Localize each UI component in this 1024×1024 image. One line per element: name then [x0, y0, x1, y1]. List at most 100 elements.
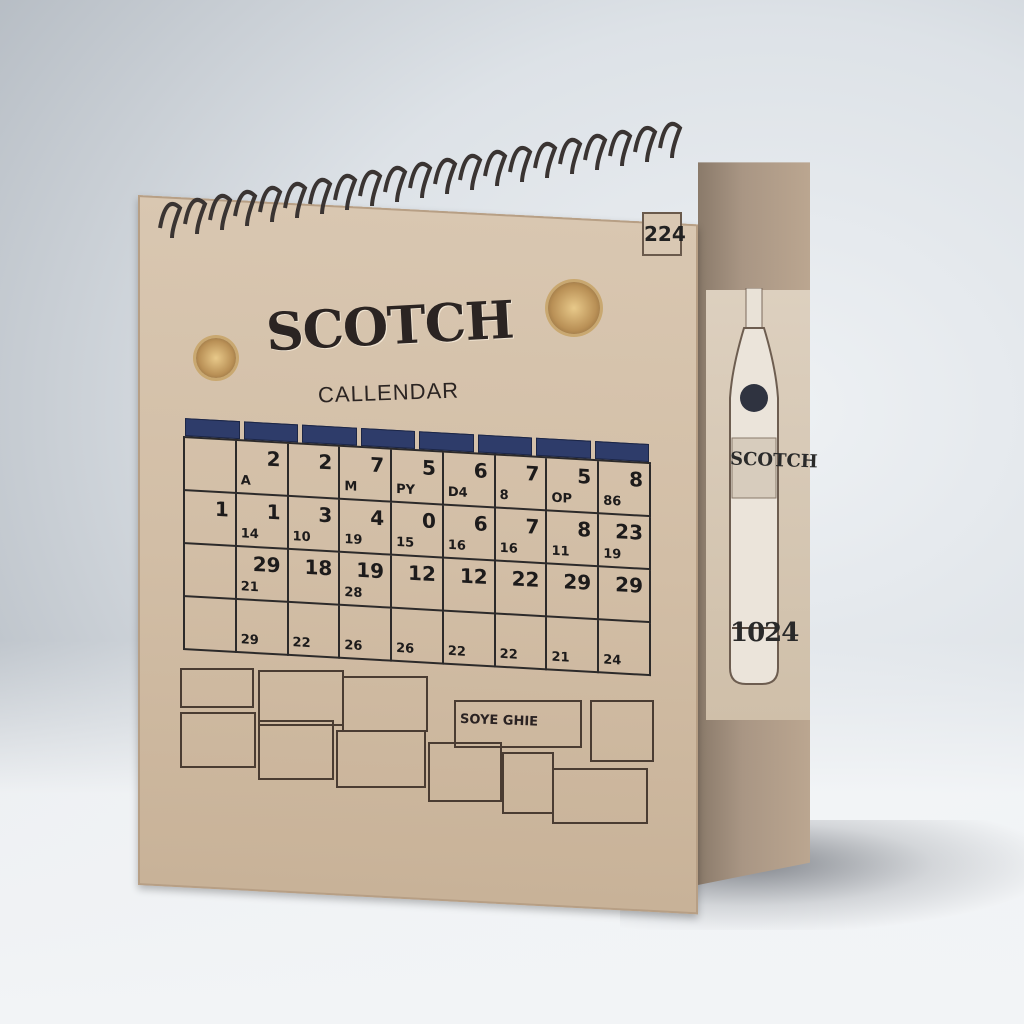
day-cell: 21 [547, 617, 600, 674]
day-cell: 5 PY [392, 449, 444, 506]
day-number: 22 [511, 566, 540, 592]
day-number: 18 [304, 554, 333, 581]
day-number: 12 [459, 563, 488, 590]
footer-box [180, 668, 254, 708]
day-number: 0 [421, 508, 436, 534]
day-cell: 4 19 [340, 499, 393, 556]
day-number: 6 [473, 511, 488, 537]
day-cell: 2A [236, 441, 289, 497]
day-number: 29 [615, 572, 643, 598]
day-cell: 7M [340, 446, 393, 503]
day-cell: 8 86 [599, 461, 651, 518]
day-subnumber: 29 [240, 632, 259, 649]
day-subnumber: 16 [499, 540, 518, 557]
day-cell: 19 28 [340, 552, 393, 609]
day-subnumber: 28 [344, 585, 363, 602]
day-cell: 2 [288, 443, 341, 500]
day-number: 7 [370, 452, 385, 478]
day-cell: 0 15 [392, 502, 444, 559]
side-year: 1024 [730, 618, 799, 648]
day-subnumber: 26 [396, 640, 415, 657]
day-cell: 24 [599, 620, 651, 677]
day-number: 5 [421, 455, 436, 481]
day-cell: 1 14 [236, 494, 289, 550]
day-subnumber: OP [551, 490, 573, 507]
day-cell [185, 597, 237, 654]
calendar-title: SCOTCH [264, 289, 515, 364]
scene: SCOTCH 1024 224 SCOTCH CALLENDAR 2 A 2 7… [0, 0, 1024, 1024]
footer-box [552, 768, 648, 824]
day-number: 7 [525, 461, 540, 486]
day-number: 2 [318, 449, 333, 475]
day-number: 7 [525, 514, 540, 539]
day-subnumber: 14 [240, 526, 259, 543]
day-number: 4 [370, 505, 385, 531]
footer-box [180, 712, 256, 768]
day-number: 3 [318, 502, 333, 528]
day-cell: 26 [392, 608, 444, 665]
day-subnumber: M [344, 479, 358, 495]
footer-box [336, 730, 426, 788]
year-tab: 224 [642, 212, 686, 256]
day-cell [185, 544, 237, 601]
day-number: 12 [408, 560, 436, 587]
day-cell: 22 [495, 614, 548, 671]
day-subnumber: 86 [603, 493, 622, 510]
calendar-subtitle: CALLENDAR [317, 377, 460, 408]
day-number: 1 [214, 496, 229, 522]
day-subnumber: 19 [603, 546, 622, 563]
day-number: 29 [252, 551, 281, 578]
day-subnumber: A [240, 473, 251, 489]
day-cell: 5 OP [547, 458, 600, 515]
day-subnumber: 26 [344, 638, 363, 655]
day-subnumber: 22 [499, 646, 518, 663]
day-cell: 22 [288, 602, 341, 659]
footer-box [428, 742, 502, 802]
day-number: 2 [266, 446, 281, 472]
day-number: 8 [629, 466, 643, 492]
day-cell: 29 21 [236, 547, 289, 603]
day-subnumber: D4 [447, 484, 468, 501]
day-subnumber: 15 [396, 534, 415, 551]
day-subnumber: 24 [603, 652, 622, 669]
day-cell: 8 11 [547, 511, 600, 568]
day-number: 1 [266, 499, 281, 525]
footer-box [590, 700, 654, 762]
day-subnumber: 19 [344, 532, 363, 549]
day-subnumber: 16 [447, 537, 466, 554]
day-subnumber: 11 [551, 543, 570, 560]
day-cell: 3 10 [288, 496, 341, 553]
day-number: 23 [615, 519, 643, 545]
footer-box [502, 752, 554, 814]
day-cell: 1 [185, 491, 237, 548]
day-subnumber: 21 [240, 579, 259, 596]
day-number: 6 [473, 458, 488, 484]
day-cell: 29 [547, 564, 600, 621]
day-cell: 6 D4 [443, 452, 496, 509]
day-number: 8 [577, 517, 592, 542]
day-number: 19 [356, 557, 385, 584]
day-cell: 12 [392, 555, 444, 612]
gold-seal-icon [196, 338, 236, 378]
day-subnumber: 22 [292, 635, 311, 652]
side-brand: SCOTCH [729, 448, 819, 473]
day-cell: 18 [288, 549, 341, 606]
day-cell: 26 [340, 605, 393, 662]
gold-seal-icon [548, 282, 600, 334]
day-cell: 12 [443, 558, 496, 615]
footer-box [258, 670, 344, 726]
spiral-binding [158, 122, 683, 238]
day-cell: 22 [495, 561, 548, 618]
footer-box [342, 676, 428, 732]
day-cell [185, 438, 237, 495]
day-cell: 23 19 [599, 514, 651, 571]
day-cell: 7 16 [495, 508, 548, 565]
day-subnumber: 22 [447, 643, 466, 660]
calendar-days: 2 A 2 7 M 5 PY 6 D4 7 8 5 OP 8 86 1 1 14 3 10 4 19 0 15 6 16 7 16 8 1… [183, 436, 651, 677]
footer-box [258, 720, 334, 780]
day-cell: 29 [599, 567, 651, 624]
day-subnumber: 10 [292, 529, 311, 546]
day-subnumber: 8 [499, 487, 509, 504]
day-cell: 29 [236, 600, 289, 656]
day-subnumber: PY [396, 481, 416, 498]
